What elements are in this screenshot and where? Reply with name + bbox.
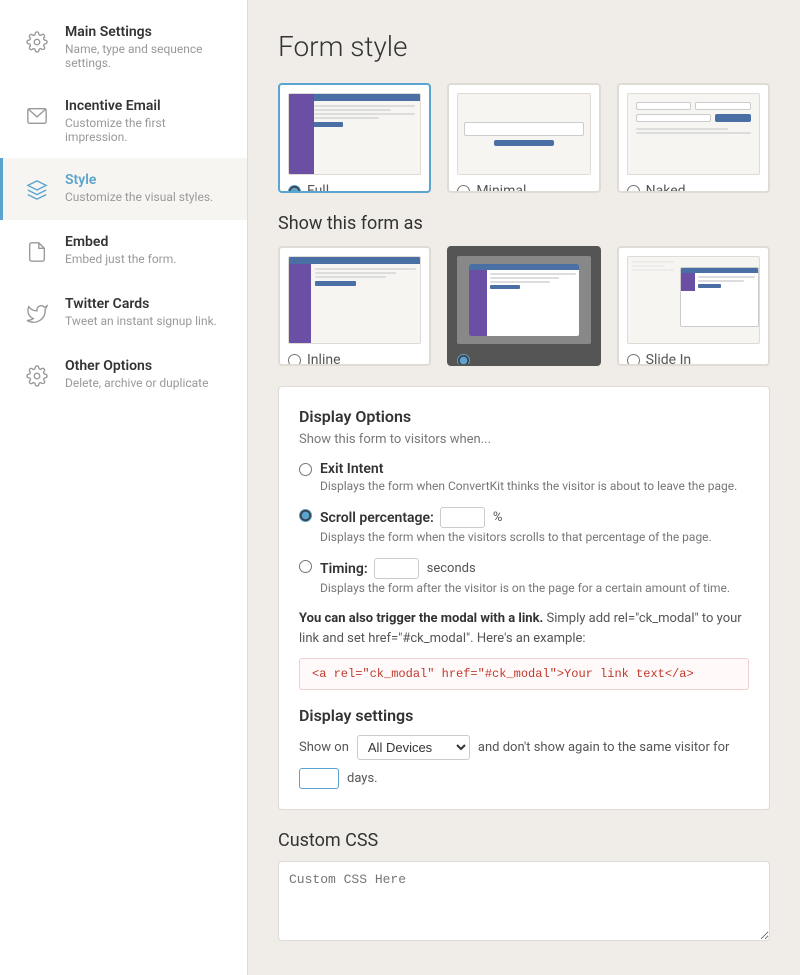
page-title: Form style [278,30,770,63]
exit-intent-radio[interactable] [299,463,312,476]
show-as-inline-radio[interactable] [288,354,301,367]
form-style-full-card[interactable]: Full [278,83,431,193]
sidebar: Main Settings Name, type and sequence se… [0,0,248,975]
sidebar-item-twitter-cards[interactable]: Twitter Cards Tweet an instant signup li… [0,282,247,344]
scroll-percentage-row: Scroll percentage: 10 % Displays the for… [299,507,749,544]
sidebar-embed-title: Embed [65,234,176,250]
code-example: <a rel="ck_modal" href="#ck_modal">Your … [299,658,749,690]
sidebar-item-embed[interactable]: Embed Embed just the form. [0,220,247,282]
show-on-label: Show on [299,740,349,755]
form-style-card-row: Full Minimal [278,83,770,193]
show-as-inline-card[interactable]: Inline [278,246,431,366]
show-as-modal-card[interactable]: Modal [447,246,600,366]
form-style-full-radio[interactable] [288,185,301,194]
sidebar-twitter-subtitle: Tweet an instant signup link. [65,314,217,328]
form-style-minimal-card[interactable]: Minimal [447,83,600,193]
show-as-slidein-label[interactable]: Slide In [627,352,760,366]
custom-css-textarea[interactable] [278,861,770,941]
sidebar-item-main-settings[interactable]: Main Settings Name, type and sequence se… [0,10,247,84]
sidebar-embed-subtitle: Embed just the form. [65,252,176,266]
sidebar-style-subtitle: Customize the visual styles. [65,190,213,204]
timing-input[interactable]: 10 [374,558,419,579]
show-as-inline-label[interactable]: Inline [288,352,421,366]
dont-show-label: and don't show again to the same visitor… [478,740,730,755]
display-options-title: Display Options [299,407,749,426]
form-style-minimal-label[interactable]: Minimal [457,183,590,193]
main-content: Form style [248,0,800,975]
custom-css-title: Custom CSS [278,830,770,851]
scroll-percentage-desc: Displays the form when the visitors scro… [320,530,712,544]
app-layout: Main Settings Name, type and sequence se… [0,0,800,975]
show-on-row: Show on All Devices Desktop Only Mobile … [299,735,749,789]
sidebar-twitter-title: Twitter Cards [65,296,217,312]
other-options-icon [21,360,53,392]
scroll-percentage-unit: % [493,510,503,525]
custom-css-section: Custom CSS [278,830,770,945]
sidebar-incentive-email-subtitle: Customize the first impression. [65,116,229,144]
sidebar-other-options-title: Other Options [65,358,208,374]
display-options-subtitle: Show this form to visitors when... [299,432,749,447]
sidebar-main-settings-title: Main Settings [65,24,229,40]
show-as-modal-label[interactable]: Modal [457,352,590,366]
display-settings-title: Display settings [299,706,749,725]
scroll-percentage-radio[interactable] [299,509,312,522]
form-style-naked-card[interactable]: Naked [617,83,770,193]
show-as-card-row: Inline [278,246,770,366]
form-style-minimal-radio[interactable] [457,185,470,194]
display-options-box: Display Options Show this form to visito… [278,386,770,810]
timing-desc: Displays the form after the visitor is o… [320,581,730,595]
timing-radio[interactable] [299,560,312,573]
sidebar-other-options-subtitle: Delete, archive or duplicate [65,376,208,390]
sidebar-style-title: Style [65,172,213,188]
twitter-icon [21,298,53,330]
show-on-select[interactable]: All Devices Desktop Only Mobile Only [357,735,470,760]
exit-intent-row: Exit Intent Displays the form when Conve… [299,461,749,493]
scroll-percentage-label: Scroll percentage: [320,510,434,526]
exit-intent-label: Exit Intent [320,461,383,477]
exit-intent-desc: Displays the form when ConvertKit thinks… [320,479,737,493]
style-icon [21,174,53,206]
trigger-note: You can also trigger the modal with a li… [299,609,749,648]
email-icon [21,100,53,132]
timing-unit: seconds [427,561,476,576]
sidebar-item-incentive-email[interactable]: Incentive Email Customize the first impr… [0,84,247,158]
timing-row: Timing: 10 seconds Displays the form aft… [299,558,749,595]
days-input[interactable]: 15 [299,768,339,789]
show-as-modal-radio[interactable] [457,354,470,367]
form-style-full-label[interactable]: Full [288,183,421,193]
show-as-slidein-card[interactable]: Slide In [617,246,770,366]
trigger-note-bold: You can also trigger the modal with a li… [299,611,543,626]
sidebar-incentive-email-title: Incentive Email [65,98,229,114]
show-as-slidein-radio[interactable] [627,354,640,367]
days-label: days. [347,771,378,786]
gear-icon [21,26,53,58]
sidebar-item-other-options[interactable]: Other Options Delete, archive or duplica… [0,344,247,406]
show-as-heading: Show this form as [278,213,770,234]
embed-icon [21,236,53,268]
form-style-naked-radio[interactable] [627,185,640,194]
sidebar-item-style[interactable]: Style Customize the visual styles. [0,158,247,220]
form-style-naked-label[interactable]: Naked [627,183,760,193]
timing-label: Timing: [320,561,368,577]
sidebar-main-settings-subtitle: Name, type and sequence settings. [65,42,229,70]
scroll-percentage-input[interactable]: 10 [440,507,485,528]
